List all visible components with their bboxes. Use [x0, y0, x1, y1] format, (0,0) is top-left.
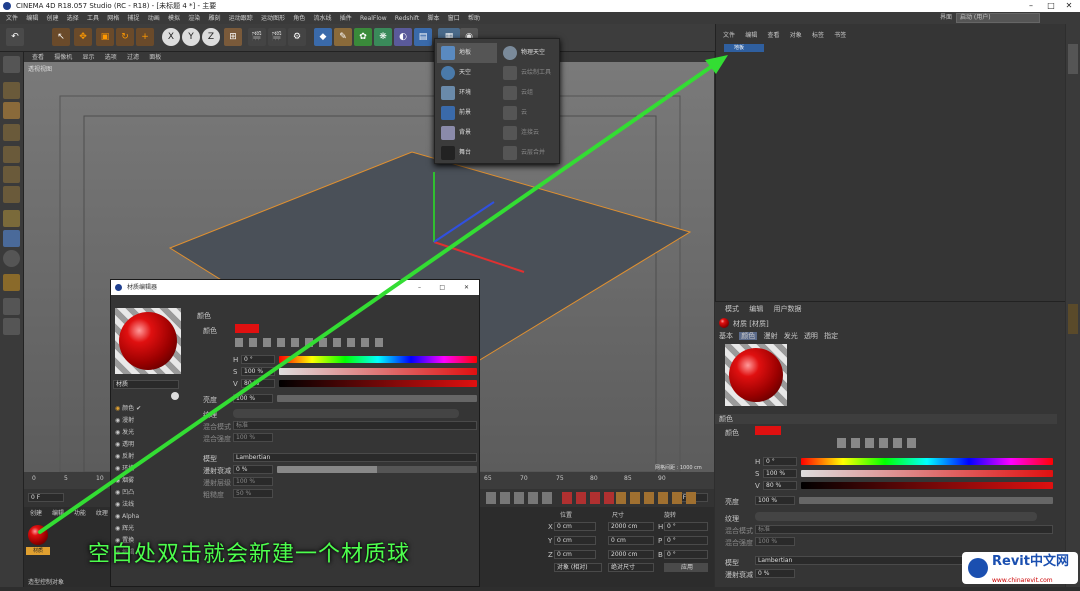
watermark-sub: www.chinarevit.com — [992, 577, 1053, 584]
arrow-head-icon — [705, 55, 728, 74]
tutorial-caption: 空白处双击就会新建一个材质球 — [88, 542, 411, 567]
watermark-main: Revit中文网 — [992, 554, 1069, 569]
annotation-arrow — [38, 55, 728, 534]
watermark: Revit中文网 www.chinarevit.com — [962, 552, 1078, 584]
watermark-logo-icon — [968, 558, 988, 578]
arrow-line — [38, 60, 720, 534]
